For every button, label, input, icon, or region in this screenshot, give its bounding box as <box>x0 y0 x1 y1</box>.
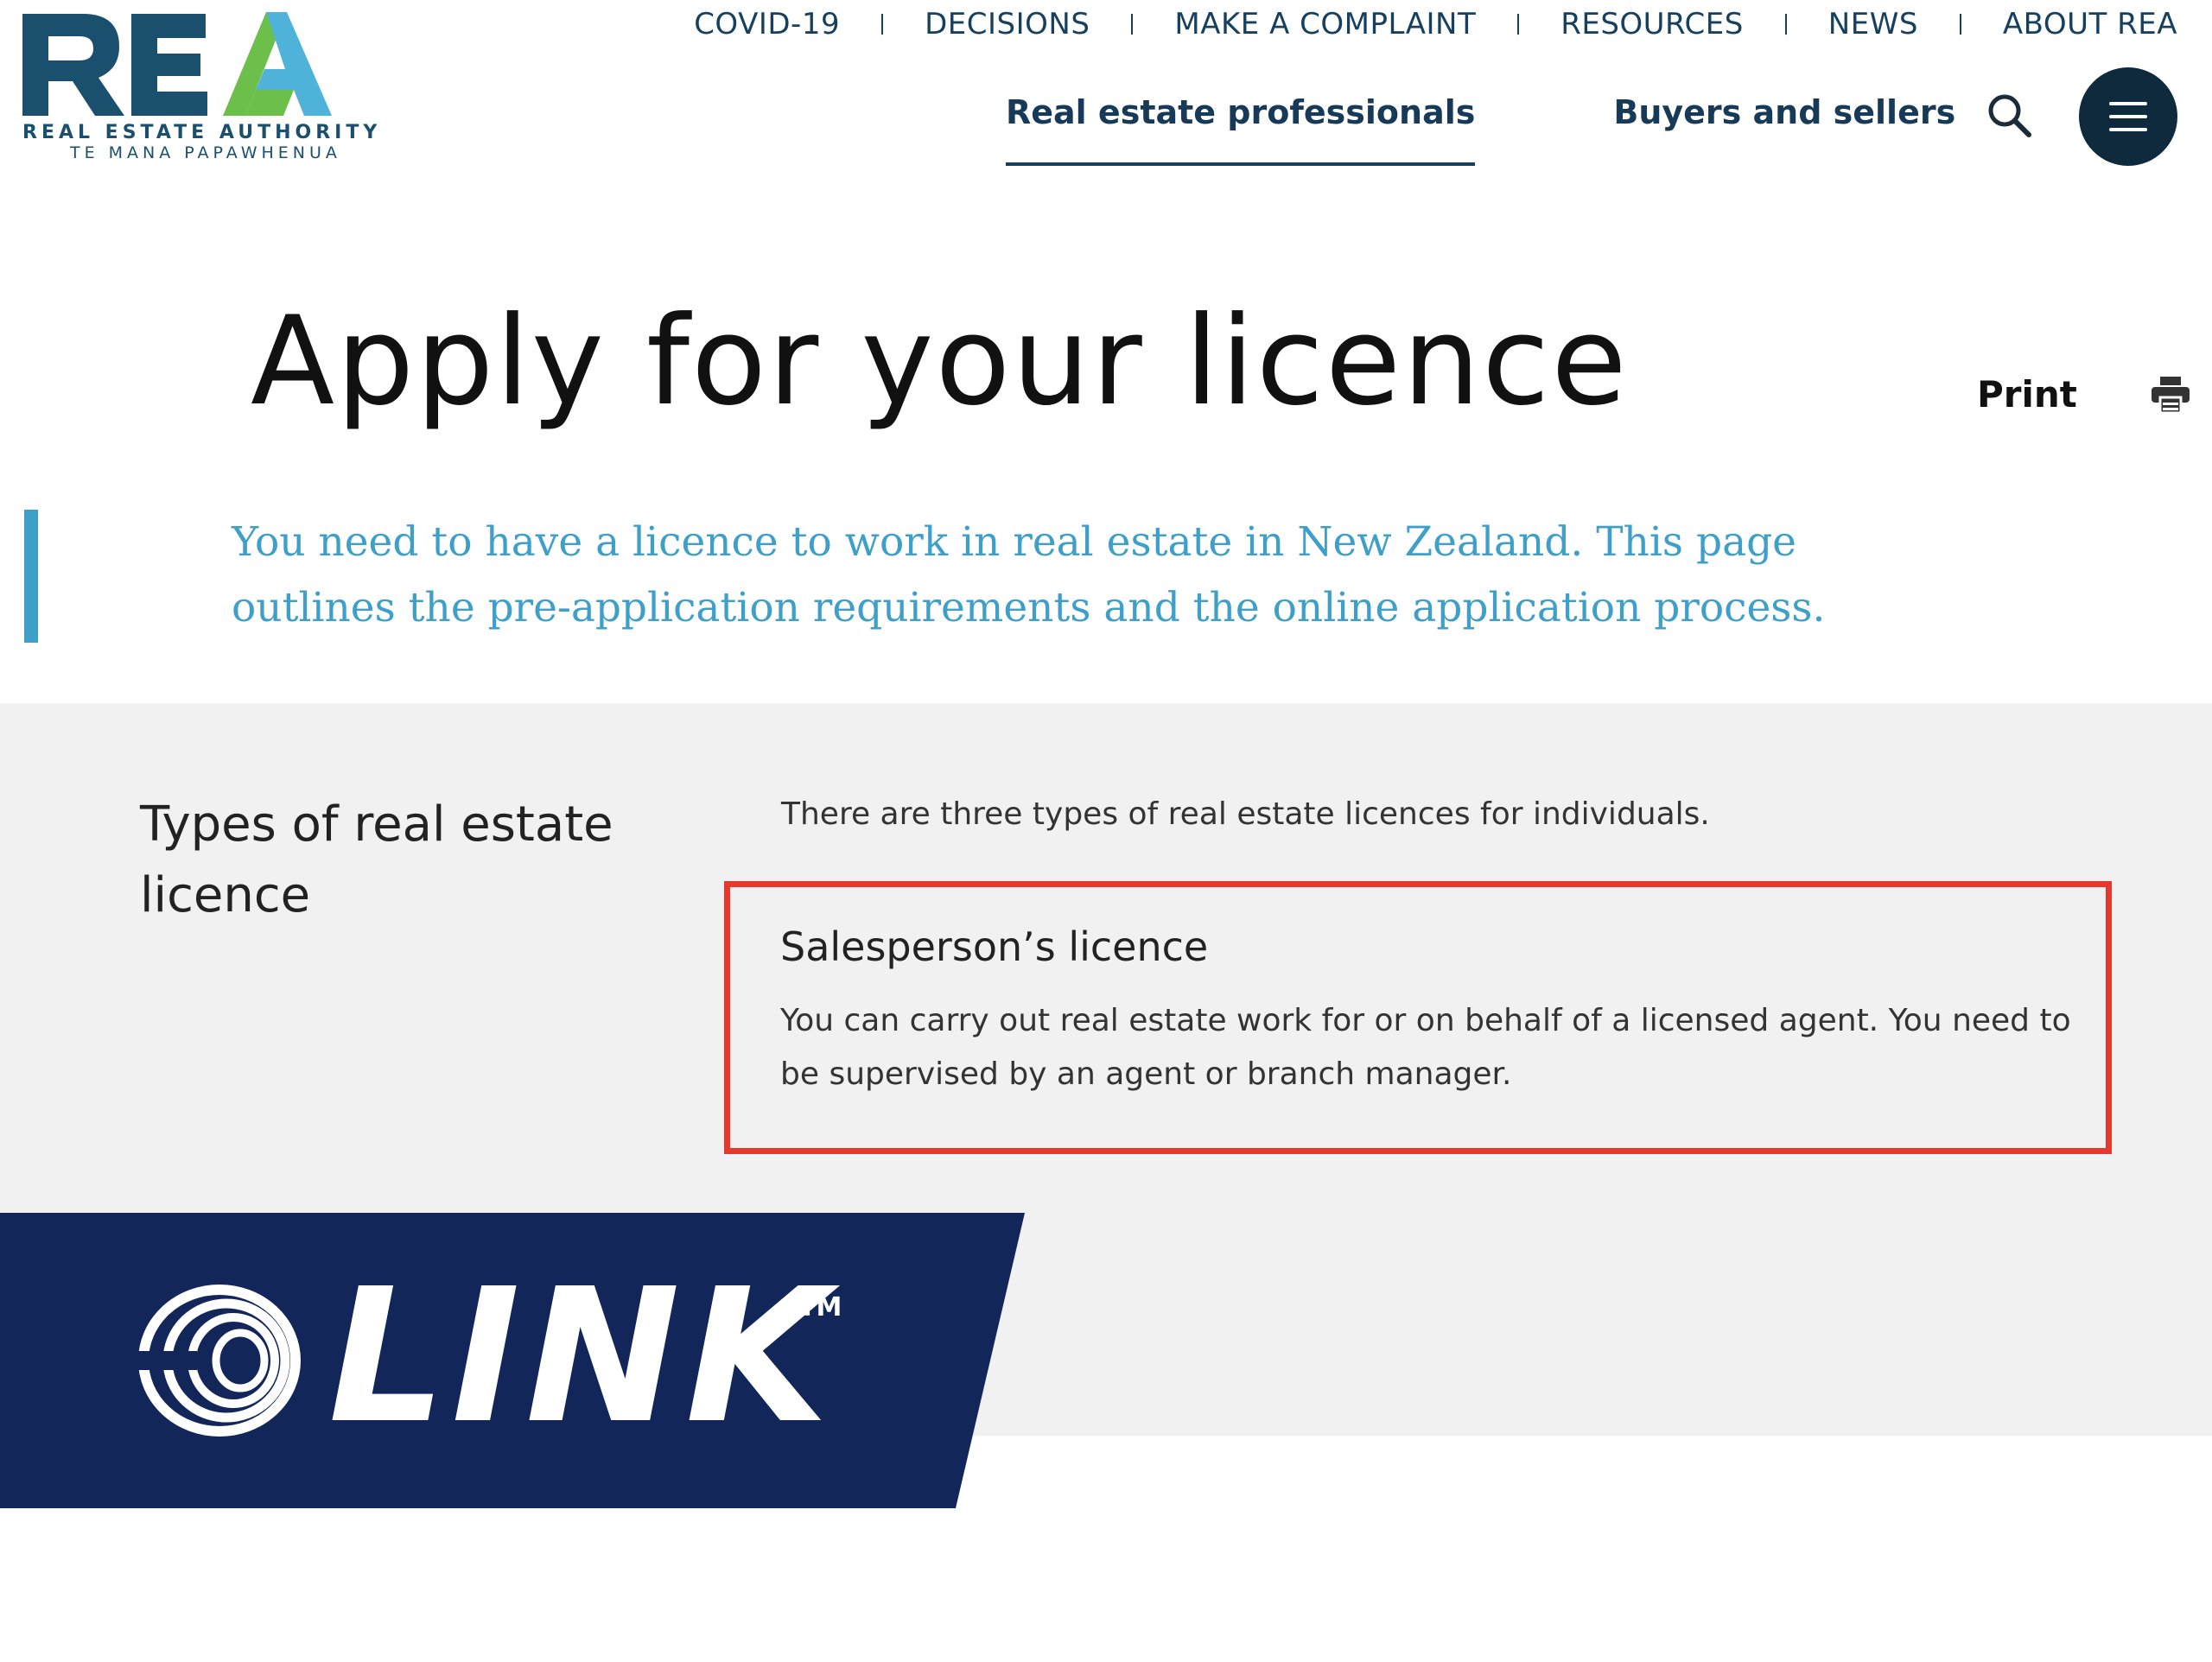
nav-resources[interactable]: RESOURCES <box>1560 7 1744 41</box>
rea-logo-mark <box>22 12 332 116</box>
print-button[interactable]: Print <box>1977 373 2190 416</box>
intro-quote: You need to have a licence to work in re… <box>24 510 1939 643</box>
printer-icon <box>2151 376 2190 413</box>
section-heading: Types of real estate licence <box>140 796 613 923</box>
nav-separator <box>1784 14 1787 35</box>
nav-decisions[interactable]: DECISIONS <box>925 7 1090 41</box>
utility-nav: COVID-19 DECISIONS MAKE A COMPLAINT RESO… <box>694 7 2177 41</box>
trademark-symbol: TM <box>798 1292 842 1323</box>
rea-logo[interactable]: REAL ESTATE AUTHORITY TE MANA PAPAWHENUA <box>22 9 377 164</box>
licence-title: Salesperson’s licence <box>780 923 1209 970</box>
logo-name-maori: TE MANA PAPAWHENUA <box>70 143 341 162</box>
licence-card-highlight: Salesperson’s licence You can carry out … <box>724 881 2112 1154</box>
hamburger-menu-icon[interactable] <box>2079 67 2177 166</box>
nav-separator <box>1959 14 1961 35</box>
page-title: Apply for your licence <box>251 290 1629 433</box>
section-intro: There are three types of real estate lic… <box>781 796 1710 832</box>
nav-covid-19[interactable]: COVID-19 <box>694 7 840 41</box>
link-swirl-logo-icon <box>137 1285 301 1437</box>
tab-real-estate-professionals[interactable]: Real estate professionals <box>1006 93 1476 166</box>
nav-separator <box>1517 14 1520 35</box>
nav-separator <box>1131 14 1134 35</box>
logo-name-english: REAL ESTATE AUTHORITY <box>22 122 382 143</box>
print-label: Print <box>1977 373 2077 416</box>
link-brand-banner: LINK TM <box>0 1213 1028 1508</box>
search-icon[interactable] <box>1984 90 2036 142</box>
intro-text: You need to have a licence to work in re… <box>232 518 1826 631</box>
link-wordmark: LINK <box>328 1249 834 1464</box>
nav-separator <box>881 14 884 35</box>
tab-buyers-and-sellers[interactable]: Buyers and sellers <box>1613 93 1955 166</box>
nav-make-a-complaint[interactable]: MAKE A COMPLAINT <box>1174 7 1476 41</box>
licence-description: You can carry out real estate work for o… <box>780 1003 2071 1092</box>
nav-news[interactable]: NEWS <box>1828 7 1918 41</box>
nav-about-rea[interactable]: ABOUT REA <box>2003 7 2177 41</box>
main-nav: Real estate professionals Buyers and sel… <box>1006 93 1955 166</box>
